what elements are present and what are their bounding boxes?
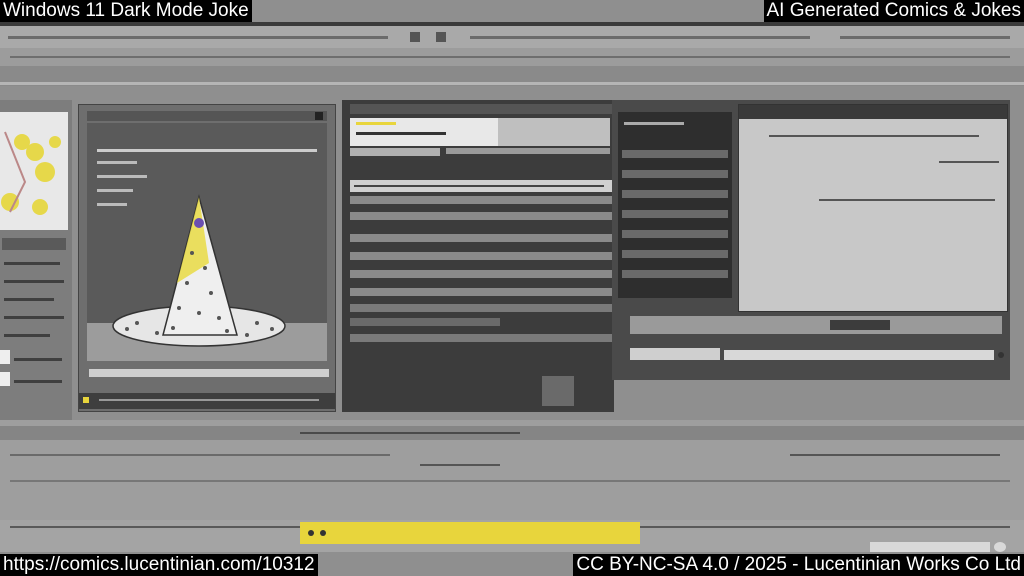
sidebar-item[interactable] — [622, 150, 728, 158]
comic-title: Windows 11 Dark Mode Joke — [0, 0, 252, 22]
menu-icon[interactable] — [436, 32, 446, 42]
settings-sidebar — [618, 112, 732, 298]
sidebar-item[interactable] — [622, 230, 728, 238]
series-label: AI Generated Comics & Jokes — [763, 0, 1024, 22]
canvas-area — [87, 123, 327, 361]
list-item[interactable] — [350, 212, 612, 220]
progress-bar — [724, 350, 994, 360]
list-item[interactable] — [350, 304, 612, 312]
settings-window — [612, 100, 1010, 380]
list-item[interactable] — [350, 334, 612, 342]
clock-icon[interactable] — [994, 542, 1006, 552]
list-item[interactable] — [350, 252, 612, 260]
list-item[interactable] — [350, 318, 500, 326]
tray-area[interactable] — [870, 542, 990, 552]
lower-panel — [0, 420, 1024, 520]
sidebar-item[interactable] — [622, 190, 728, 198]
search-input[interactable] — [350, 118, 498, 146]
address-bar — [0, 66, 1024, 86]
settings-content — [738, 104, 1008, 312]
menu-bar — [0, 26, 1024, 48]
window-titlebar — [87, 111, 327, 121]
thumbnail-image[interactable] — [0, 112, 68, 230]
active-task-button[interactable] — [300, 522, 640, 544]
toggle-row[interactable] — [630, 316, 1002, 334]
list-item[interactable] — [350, 288, 612, 296]
list-item[interactable] — [350, 270, 612, 278]
close-icon[interactable] — [315, 112, 323, 120]
status-bar — [79, 393, 335, 409]
sidebar-item[interactable] — [622, 170, 728, 178]
menu-icon[interactable] — [410, 32, 420, 42]
list-header — [350, 180, 612, 192]
yellow-flowers-icon — [1, 131, 61, 215]
license-label: CC BY-NC-SA 4.0 / 2025 - Lucentinian Wor… — [573, 554, 1024, 576]
image-viewer-window — [78, 104, 336, 412]
file-list-window — [342, 100, 614, 412]
toolbar — [0, 48, 1024, 66]
left-panel — [0, 100, 72, 420]
sidebar-item[interactable] — [622, 210, 728, 218]
sidebar-item[interactable] — [622, 250, 728, 258]
party-hat-image — [112, 194, 286, 347]
comic-url: https://comics.lucentinian.com/10312 — [0, 554, 318, 576]
apply-button[interactable] — [630, 348, 720, 360]
list-item[interactable] — [350, 234, 612, 242]
list-item[interactable] — [350, 196, 612, 204]
dot-icon — [998, 352, 1004, 358]
sidebar-item[interactable] — [622, 270, 728, 278]
taskbar — [0, 520, 1024, 552]
